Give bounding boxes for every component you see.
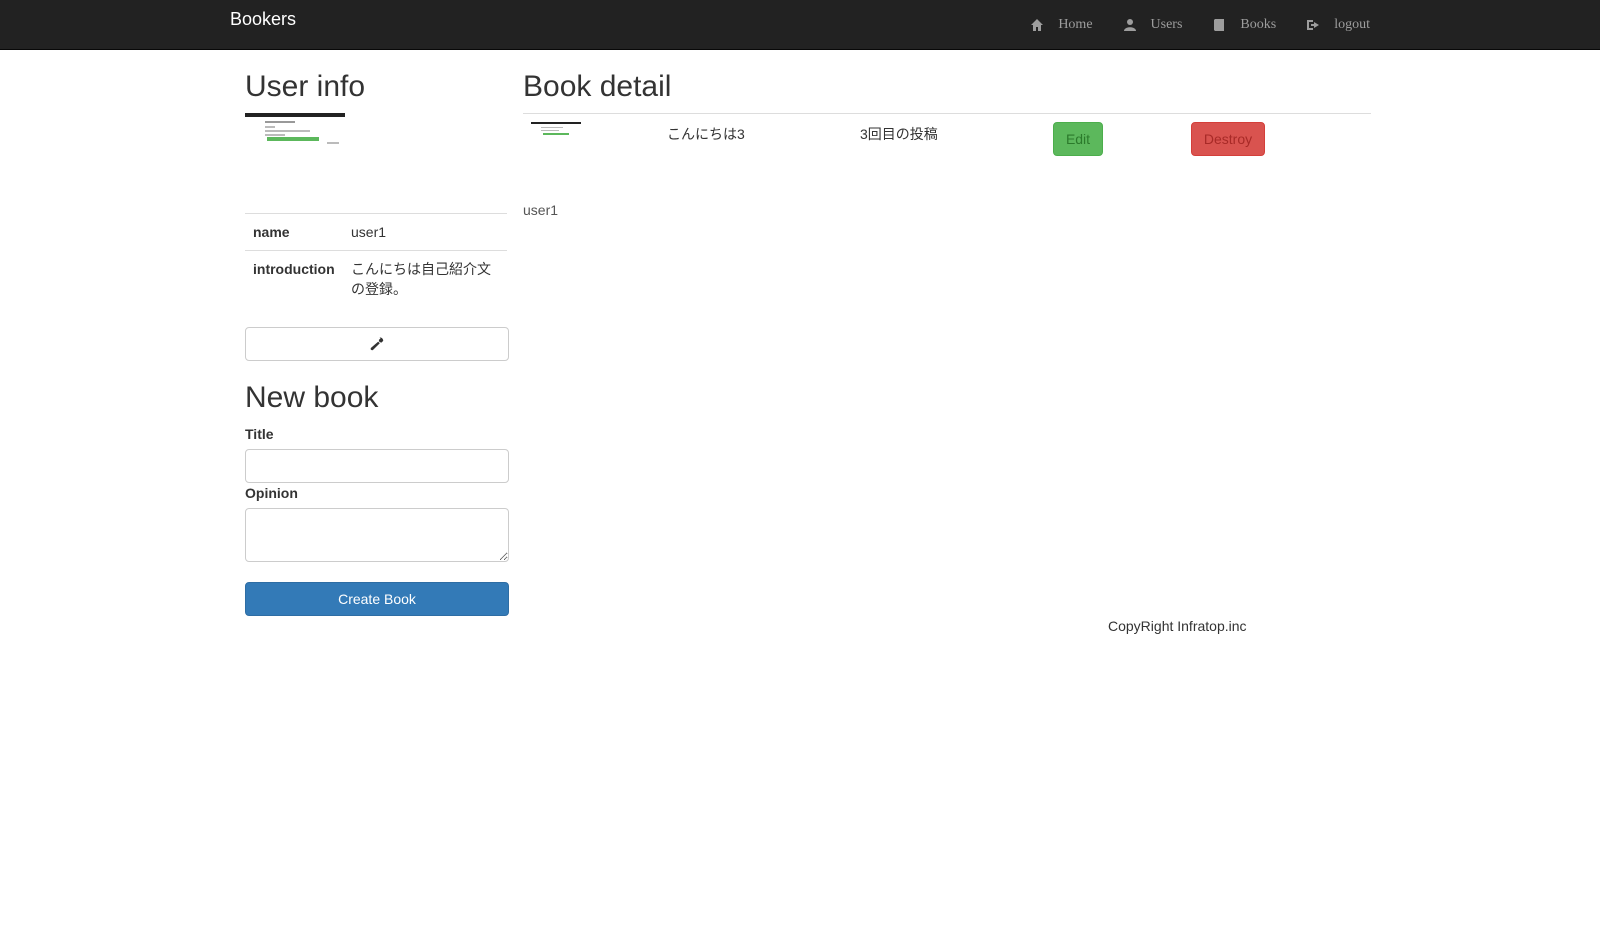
edit-book-button[interactable]: Edit xyxy=(1053,122,1103,156)
book-title: こんにちは3 xyxy=(667,126,745,142)
destroy-book-button[interactable]: Destroy xyxy=(1191,122,1265,156)
navbar: Bookers Home Users Books logout xyxy=(0,0,1600,50)
book-opinion: 3回目の投稿 xyxy=(860,126,938,142)
book-detail-heading: Book detail xyxy=(523,70,672,103)
nav-menu: Home Users Books logout xyxy=(1000,0,1370,50)
book-icon xyxy=(1214,19,1225,31)
nav-home-label: Home xyxy=(1058,17,1093,32)
user-info-heading: User info xyxy=(245,70,366,103)
user-icon xyxy=(1123,19,1136,31)
table-row: introduction こんにちは自己紹介文の登録。 xyxy=(245,250,507,307)
user-info-table: name user1 introduction こんにちは自己紹介文の登録。 xyxy=(245,213,507,307)
nav-logout-label: logout xyxy=(1334,17,1370,32)
profile-image xyxy=(245,113,345,145)
book-user-name[interactable]: user1 xyxy=(523,202,558,218)
logout-icon xyxy=(1307,20,1320,30)
nav-users[interactable]: Users xyxy=(1123,17,1183,33)
nav-logout[interactable]: logout xyxy=(1306,17,1370,33)
introduction-key: introduction xyxy=(245,250,343,307)
nav-books[interactable]: Books xyxy=(1212,17,1276,33)
title-label: Title xyxy=(245,426,274,442)
footer-copyright: CopyRight Infratop.inc xyxy=(1108,618,1247,634)
edit-profile-button[interactable] xyxy=(245,327,509,361)
divider xyxy=(523,113,1371,114)
opinion-textarea[interactable] xyxy=(245,508,509,562)
nav-home[interactable]: Home xyxy=(1030,17,1093,33)
name-key: name xyxy=(245,213,343,251)
wrench-icon xyxy=(370,337,384,351)
new-book-heading: New book xyxy=(245,381,379,414)
home-icon xyxy=(1031,19,1044,31)
create-book-button[interactable]: Create Book xyxy=(245,582,509,616)
table-row: name user1 xyxy=(245,213,507,251)
title-input[interactable] xyxy=(245,449,509,483)
book-user-image xyxy=(531,122,581,140)
nav-books-label: Books xyxy=(1240,17,1277,32)
brand-logo[interactable]: Bookers xyxy=(230,9,296,29)
introduction-value: こんにちは自己紹介文の登録。 xyxy=(343,250,507,307)
nav-users-label: Users xyxy=(1150,17,1183,32)
opinion-label: Opinion xyxy=(245,485,298,501)
name-value: user1 xyxy=(343,213,507,251)
